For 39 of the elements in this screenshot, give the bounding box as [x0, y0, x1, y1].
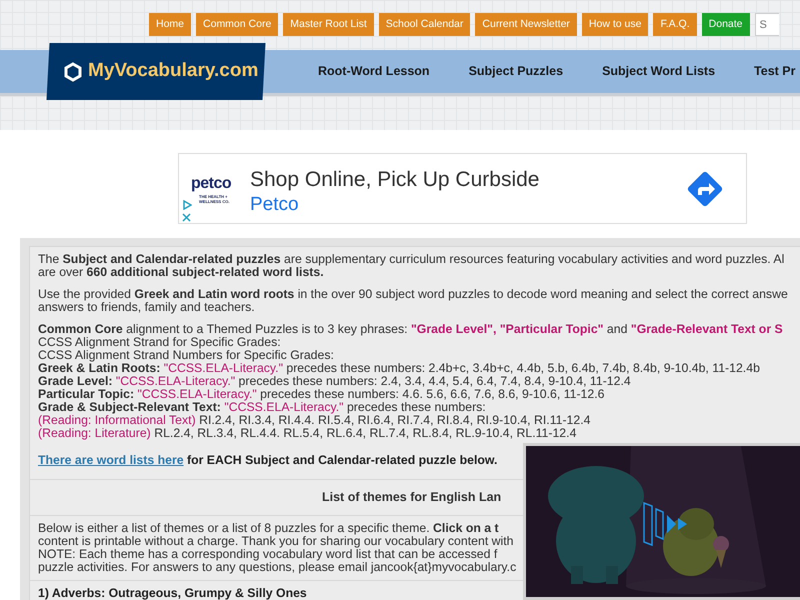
nav-button[interactable]: How to use [582, 13, 648, 36]
nav-button[interactable]: Common Core [196, 13, 278, 36]
text-line: There are word lists here for EACH Subject and Calendar-related puzzle below. [38, 454, 498, 467]
text-line: Below is either a list of themes or a list of 8 puzzles for a specific theme. Click on a t [38, 522, 500, 535]
text-line: CCSS Alignment Strand for Specific Grades: [38, 336, 282, 349]
nav-link[interactable]: Test Pr [754, 62, 796, 81]
text-line: Common Core alignment to a Themed Puzzles is to 3 key phrases: "Grade Level", "Particular Topic" and "Grade-Relevant Text or S [38, 323, 784, 336]
text-line: The Subject and Calendar-related puzzles are supplementary curriculum resources featuring vocabulary activities and word puzzles. Al [38, 253, 786, 266]
nav-button[interactable]: F.A.Q. [653, 13, 697, 36]
text-line: puzzle activities. For answers to any questions, please email jancook{at}myvocabulary.c [38, 560, 518, 574]
text-line: Particular Topic: "CCSS.ELA-Literacy." precedes these numbers: 4.6. 5.6, 6.6, 7.6, 8.6, 9-10.6, 11-12.6 [38, 388, 606, 401]
ad-choices-icon[interactable] [182, 200, 192, 210]
search-field[interactable]: S [754, 13, 778, 36]
nav-link[interactable]: Subject Word Lists [602, 62, 716, 81]
text-line: answers to friends, family and teachers. [38, 301, 256, 314]
text-line: Greek & Latin Roots: "CCSS.ELA-Literacy." precedes these numbers: 2.4b+c, 3.4b+c, 4.4b, 5.b, 6.4b, 7.4b, 8.4b, 9-10.4b, 11-12.4b [38, 362, 761, 375]
text-line: CCSS Alignment Strand Numbers for Specific Grades: [38, 349, 335, 362]
text-line: are over 660 additional subject-related word lists. [38, 266, 324, 279]
nav-button[interactable]: School Calendar [378, 13, 470, 36]
nav-button[interactable]: Current Newsletter [475, 13, 577, 36]
text-line: (Reading: Informational Text) RI.2.4, RI.3.4, RI.4.4. RI.5.4, RI.6.4, RI.7.4, RI.8.4, RI.9-10.4, RI.11-12.4 [38, 414, 592, 427]
nav-button[interactable]: Home [149, 13, 192, 36]
donate-button[interactable]: Donate [702, 13, 750, 36]
close-icon[interactable] [182, 213, 191, 222]
ad-brand-logo: petco [191, 176, 232, 192]
text-line: Use the provided Greek and Latin word roots in the over 90 subject word puzzles to decode word meaning and select the correct answe [38, 288, 789, 301]
text-line: Grade & Subject-Relevant Text: "CCSS.ELA-Literacy." precedes these numbers: [38, 401, 487, 414]
text-line: Grade Level: "CCSS.ELA-Literacy." precedes these numbers: 2.4, 3.4, 4.4, 5.4, 6.4, 7.4, 8.4, 9-10.4, 11-12.4 [38, 375, 632, 388]
text-line: NOTE: Each theme has a corresponding vocabulary word list that can be accessed f [38, 548, 498, 561]
text-line: (Reading: Literature) RL.2.4, RL.3.4, RL.4.4. RL.5.4, RL.6.4, RL.7.4, RL.8.4, RL.9-10.4, RL.11-12.4 [38, 427, 578, 440]
nav-link[interactable]: Subject Puzzles [468, 62, 564, 81]
site-logo[interactable]: MyVocabulary.com [46, 43, 266, 100]
text-line: content is printable without a charge. Thank you for sharing our vocabulary content with [38, 534, 515, 548]
ad-advertiser: Petco [250, 193, 299, 217]
hexagon-icon [64, 62, 82, 82]
word-lists-link[interactable]: There are word lists here [38, 453, 184, 467]
ad-headline: Shop Online, Pick Up Curbside [250, 167, 540, 193]
nav-link[interactable]: Root-Word Lesson [318, 62, 430, 81]
nav-button[interactable]: Master Root List [283, 13, 374, 36]
